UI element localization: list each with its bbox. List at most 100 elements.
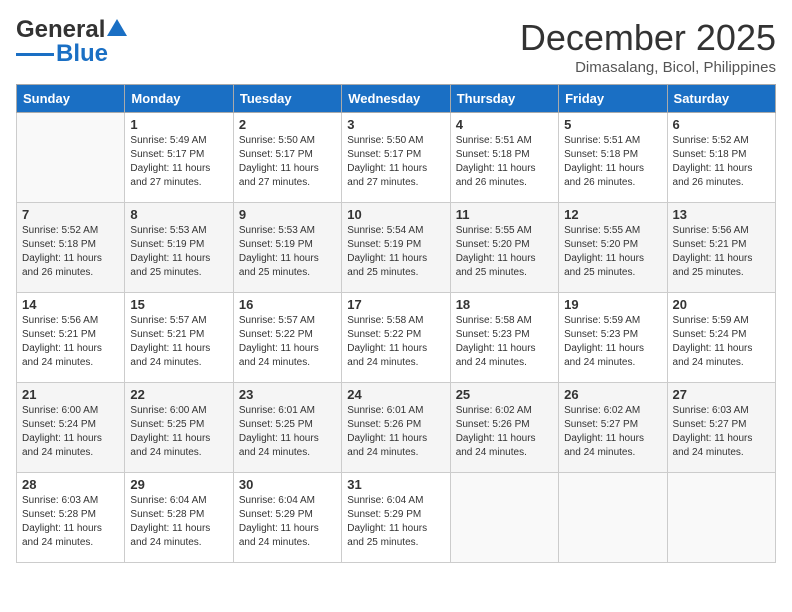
day-number: 23 <box>239 387 336 402</box>
calendar-cell: 2 Sunrise: 5:50 AM Sunset: 5:17 PM Daylig… <box>233 113 341 203</box>
calendar-cell: 23 Sunrise: 6:01 AM Sunset: 5:25 PM Dayli… <box>233 383 341 473</box>
day-number: 14 <box>22 297 119 312</box>
day-number: 21 <box>22 387 119 402</box>
calendar-cell: 22 Sunrise: 6:00 AM Sunset: 5:25 PM Dayli… <box>125 383 233 473</box>
day-number: 20 <box>673 297 770 312</box>
calendar-cell: 11 Sunrise: 5:55 AM Sunset: 5:20 PM Dayli… <box>450 203 558 293</box>
day-detail: Sunrise: 5:56 AM Sunset: 5:21 PM Dayligh… <box>673 224 770 280</box>
day-detail: Sunrise: 6:00 AM Sunset: 5:25 PM Dayligh… <box>130 404 227 460</box>
calendar-table: SundayMondayTuesdayWednesdayThursdayFrid… <box>16 84 776 563</box>
month-title: December 2025 <box>520 16 776 59</box>
day-detail: Sunrise: 5:50 AM Sunset: 5:17 PM Dayligh… <box>347 134 444 190</box>
day-number: 25 <box>456 387 553 402</box>
calendar-cell: 3 Sunrise: 5:50 AM Sunset: 5:17 PM Daylig… <box>342 113 450 203</box>
calendar-cell: 14 Sunrise: 5:56 AM Sunset: 5:21 PM Dayli… <box>17 293 125 383</box>
calendar-cell: 25 Sunrise: 6:02 AM Sunset: 5:26 PM Dayli… <box>450 383 558 473</box>
day-detail: Sunrise: 5:55 AM Sunset: 5:20 PM Dayligh… <box>456 224 553 280</box>
day-number: 7 <box>22 207 119 222</box>
day-number: 13 <box>673 207 770 222</box>
weekday-header-wednesday: Wednesday <box>342 85 450 113</box>
day-detail: Sunrise: 6:02 AM Sunset: 5:27 PM Dayligh… <box>564 404 661 460</box>
calendar-cell: 27 Sunrise: 6:03 AM Sunset: 5:27 PM Dayli… <box>667 383 775 473</box>
day-detail: Sunrise: 6:01 AM Sunset: 5:26 PM Dayligh… <box>347 404 444 460</box>
weekday-header-thursday: Thursday <box>450 85 558 113</box>
calendar-cell: 6 Sunrise: 5:52 AM Sunset: 5:18 PM Daylig… <box>667 113 775 203</box>
calendar-cell <box>559 473 667 563</box>
calendar-cell: 9 Sunrise: 5:53 AM Sunset: 5:19 PM Daylig… <box>233 203 341 293</box>
day-detail: Sunrise: 6:03 AM Sunset: 5:27 PM Dayligh… <box>673 404 770 460</box>
day-detail: Sunrise: 6:02 AM Sunset: 5:26 PM Dayligh… <box>456 404 553 460</box>
calendar-cell: 29Sunrise: 6:04 AM Sunset: 5:28 PM Dayli… <box>125 473 233 563</box>
day-detail: Sunrise: 5:57 AM Sunset: 5:22 PM Dayligh… <box>239 314 336 370</box>
day-number: 10 <box>347 207 444 222</box>
calendar-cell: 16 Sunrise: 5:57 AM Sunset: 5:22 PM Dayli… <box>233 293 341 383</box>
day-detail: Sunrise: 5:55 AM Sunset: 5:20 PM Dayligh… <box>564 224 661 280</box>
day-number: 26 <box>564 387 661 402</box>
day-detail: Sunrise: 5:52 AM Sunset: 5:18 PM Dayligh… <box>673 134 770 190</box>
calendar-cell: 30Sunrise: 6:04 AM Sunset: 5:29 PM Dayli… <box>233 473 341 563</box>
day-number: 24 <box>347 387 444 402</box>
day-detail: Sunrise: 5:50 AM Sunset: 5:17 PM Dayligh… <box>239 134 336 190</box>
calendar-cell: 4 Sunrise: 5:51 AM Sunset: 5:18 PM Daylig… <box>450 113 558 203</box>
day-detail: Sunrise: 5:56 AM Sunset: 5:21 PM Dayligh… <box>22 314 119 370</box>
day-number: 11 <box>456 207 553 222</box>
weekday-header-tuesday: Tuesday <box>233 85 341 113</box>
calendar-cell: 24 Sunrise: 6:01 AM Sunset: 5:26 PM Dayli… <box>342 383 450 473</box>
day-detail: Sunrise: 5:51 AM Sunset: 5:18 PM Dayligh… <box>564 134 661 190</box>
day-number: 4 <box>456 117 553 132</box>
day-detail: Sunrise: 5:59 AM Sunset: 5:24 PM Dayligh… <box>673 314 770 370</box>
day-detail: Sunrise: 5:53 AM Sunset: 5:19 PM Dayligh… <box>239 224 336 280</box>
calendar-cell: 28 Sunrise: 6:03 AM Sunset: 5:28 PM Dayli… <box>17 473 125 563</box>
day-number: 19 <box>564 297 661 312</box>
calendar-cell: 8Sunrise: 5:53 AM Sunset: 5:19 PM Daylig… <box>125 203 233 293</box>
page-header: General Blue December 2025 Dimasalang, B… <box>16 16 776 76</box>
day-detail: Sunrise: 6:03 AM Sunset: 5:28 PM Dayligh… <box>22 494 119 550</box>
calendar-cell: 5 Sunrise: 5:51 AM Sunset: 5:18 PM Daylig… <box>559 113 667 203</box>
day-number: 6 <box>673 117 770 132</box>
day-detail: Sunrise: 6:00 AM Sunset: 5:24 PM Dayligh… <box>22 404 119 460</box>
calendar-cell: 7 Sunrise: 5:52 AM Sunset: 5:18 PM Daylig… <box>17 203 125 293</box>
day-number: 9 <box>239 207 336 222</box>
day-detail: Sunrise: 5:58 AM Sunset: 5:22 PM Dayligh… <box>347 314 444 370</box>
calendar-cell <box>450 473 558 563</box>
calendar-cell: 31Sunrise: 6:04 AM Sunset: 5:29 PM Dayli… <box>342 473 450 563</box>
day-number: 12 <box>564 207 661 222</box>
calendar-cell: 13 Sunrise: 5:56 AM Sunset: 5:21 PM Dayli… <box>667 203 775 293</box>
day-detail: Sunrise: 6:04 AM Sunset: 5:29 PM Dayligh… <box>239 494 336 550</box>
logo: General Blue <box>16 16 128 68</box>
calendar-cell: 26 Sunrise: 6:02 AM Sunset: 5:27 PM Dayli… <box>559 383 667 473</box>
title-block: December 2025 Dimasalang, Bicol, Philipp… <box>520 16 776 76</box>
day-number: 22 <box>130 387 227 402</box>
calendar-cell: 12 Sunrise: 5:55 AM Sunset: 5:20 PM Dayli… <box>559 203 667 293</box>
day-detail: Sunrise: 5:52 AM Sunset: 5:18 PM Dayligh… <box>22 224 119 280</box>
day-number: 31 <box>347 477 444 492</box>
day-detail: Sunrise: 5:57 AM Sunset: 5:21 PM Dayligh… <box>130 314 227 370</box>
calendar-cell: 15 Sunrise: 5:57 AM Sunset: 5:21 PM Dayli… <box>125 293 233 383</box>
day-detail: Sunrise: 6:04 AM Sunset: 5:28 PM Dayligh… <box>130 494 227 550</box>
day-number: 2 <box>239 117 336 132</box>
day-number: 16 <box>239 297 336 312</box>
day-number: 27 <box>673 387 770 402</box>
day-detail: Sunrise: 5:58 AM Sunset: 5:23 PM Dayligh… <box>456 314 553 370</box>
weekday-header-monday: Monday <box>125 85 233 113</box>
day-number: 5 <box>564 117 661 132</box>
logo-underline <box>16 53 54 56</box>
weekday-header-friday: Friday <box>559 85 667 113</box>
day-detail: Sunrise: 5:49 AM Sunset: 5:17 PM Dayligh… <box>130 134 227 190</box>
calendar-cell: 17 Sunrise: 5:58 AM Sunset: 5:22 PM Dayli… <box>342 293 450 383</box>
day-detail: Sunrise: 5:51 AM Sunset: 5:18 PM Dayligh… <box>456 134 553 190</box>
day-number: 15 <box>130 297 227 312</box>
day-number: 1 <box>130 117 227 132</box>
day-detail: Sunrise: 5:59 AM Sunset: 5:23 PM Dayligh… <box>564 314 661 370</box>
day-number: 3 <box>347 117 444 132</box>
day-detail: Sunrise: 5:54 AM Sunset: 5:19 PM Dayligh… <box>347 224 444 280</box>
calendar-cell: 19 Sunrise: 5:59 AM Sunset: 5:23 PM Dayli… <box>559 293 667 383</box>
day-detail: Sunrise: 5:53 AM Sunset: 5:19 PM Dayligh… <box>130 224 227 280</box>
day-number: 17 <box>347 297 444 312</box>
day-detail: Sunrise: 6:01 AM Sunset: 5:25 PM Dayligh… <box>239 404 336 460</box>
day-number: 18 <box>456 297 553 312</box>
calendar-cell: 1 Sunrise: 5:49 AM Sunset: 5:17 PM Daylig… <box>125 113 233 203</box>
day-number: 28 <box>22 477 119 492</box>
weekday-header-saturday: Saturday <box>667 85 775 113</box>
weekday-header-sunday: Sunday <box>17 85 125 113</box>
